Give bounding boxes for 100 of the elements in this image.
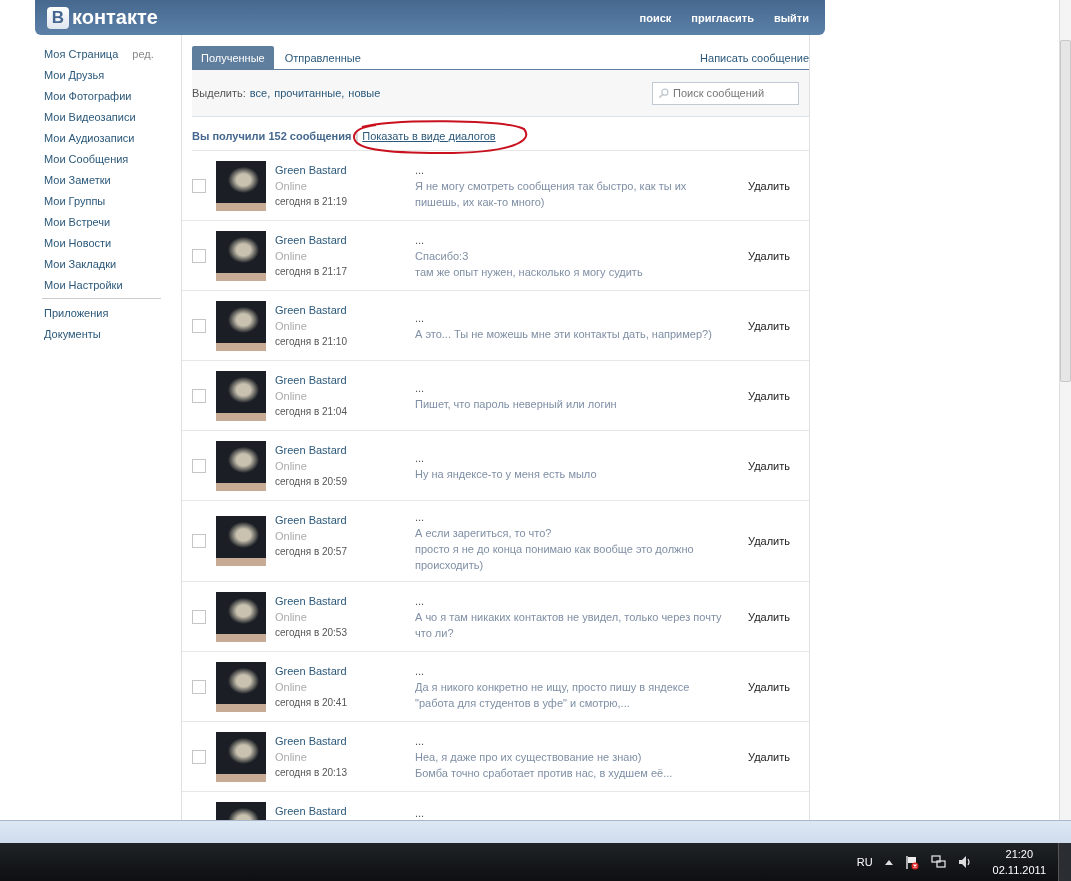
message-time: сегодня в 20:59 — [275, 476, 348, 487]
sender-name[interactable]: Green Bastard — [275, 735, 415, 747]
message-time: сегодня в 21:19 — [275, 196, 348, 207]
sidebar-link[interactable]: Мои Друзья — [44, 68, 105, 81]
message-text[interactable]: просто я не до конца понимаю как вообще это должно происходить) — [415, 541, 725, 573]
sender-name[interactable]: Green Bastard — [275, 304, 415, 316]
logo-text[interactable]: контакте — [72, 6, 158, 29]
clock-time[interactable]: 21:20 — [1005, 848, 1034, 860]
sender-name[interactable]: Green Bastard — [275, 514, 415, 526]
language-indicator[interactable]: RU — [856, 856, 873, 868]
checkbox[interactable] — [192, 679, 206, 694]
message-title: ... — [415, 232, 426, 248]
scrollbar[interactable] — [1059, 0, 1071, 820]
checkbox[interactable] — [192, 609, 206, 624]
checkbox[interactable] — [192, 534, 206, 548]
sender-name[interactable]: Green Bastard — [275, 234, 415, 246]
message-time: сегодня в 21:17 — [275, 266, 348, 277]
filter-link[interactable]: все, — [249, 87, 271, 99]
message-title: ... — [415, 806, 426, 820]
flag-icon[interactable] — [904, 854, 919, 870]
online-status: Online — [275, 390, 308, 402]
message-text[interactable]: Да я никого конкретно не ищу, просто пишу в яндексе "работа для студентов в уфе" и смотрю,... — [415, 678, 725, 711]
delete-link[interactable]: Удалить — [748, 750, 790, 763]
checkbox[interactable] — [192, 388, 206, 403]
dialogs-link[interactable]: Показать в виде диалогов — [362, 129, 496, 142]
scrollbar-thumb[interactable] — [1060, 40, 1071, 382]
message-title: ... — [415, 162, 426, 178]
sidebar-link[interactable]: Мои Встречи — [44, 215, 111, 228]
sender-name[interactable]: Green Bastard — [275, 164, 415, 176]
sidebar-link[interactable]: Мои Видеозаписи — [44, 110, 136, 123]
sidebar-link[interactable]: Документы — [44, 327, 101, 340]
tab[interactable]: Отправленные — [275, 46, 370, 69]
checkbox[interactable] — [192, 178, 206, 193]
clock-date[interactable]: 02.11.2011 — [992, 864, 1046, 876]
sidebar-link[interactable]: Мои Группы — [44, 194, 106, 207]
checkbox[interactable] — [192, 749, 206, 764]
sidebar-link[interactable]: Мои Сообщения — [44, 152, 129, 165]
show-desktop-button[interactable] — [1058, 843, 1071, 881]
delete-link[interactable]: Удалить — [748, 389, 790, 402]
filter-link[interactable]: прочитанные, — [274, 87, 345, 99]
sender-name[interactable]: Green Bastard — [275, 444, 415, 456]
caret-icon[interactable] — [884, 859, 893, 865]
message-title: ... — [415, 450, 426, 466]
photo-placeholder — [216, 661, 266, 712]
message-text[interactable]: Пишет, что пароль неверный или логин — [415, 395, 725, 412]
sender-name[interactable]: Green Bastard — [275, 374, 415, 386]
header-link[interactable]: поиск — [639, 11, 672, 24]
header-link[interactable]: пригласить — [691, 11, 754, 24]
checkbox[interactable] — [192, 248, 206, 263]
message-time: сегодня в 20:57 — [275, 546, 348, 557]
sidebar-link[interactable]: Мои Аудиозаписи — [44, 131, 135, 144]
sender-name[interactable]: Green Bastard — [275, 665, 415, 677]
message-text[interactable]: Спасибо:3 — [415, 247, 725, 264]
photo-placeholder — [216, 370, 266, 421]
message-time: сегодня в 20:53 — [275, 627, 348, 638]
message-text[interactable]: Неа, я даже про их существование не знаю) — [415, 748, 725, 765]
sender-name[interactable]: Green Bastard — [275, 805, 415, 817]
logo-badge[interactable]: В — [47, 6, 69, 29]
sidebar-link[interactable]: Мои Фотографии — [44, 89, 132, 102]
checkbox[interactable] — [192, 458, 206, 473]
sidebar-link[interactable]: Мои Новости — [44, 236, 112, 249]
message-text[interactable]: Ну на яндексе-то у меня есть мыло — [415, 465, 725, 482]
sender-name[interactable]: Green Bastard — [275, 595, 415, 607]
online-status: Online — [275, 180, 308, 192]
message-text[interactable]: Я не могу смотреть сообщения так быстро, как ты их пишешь, их как-то много) — [415, 177, 725, 210]
message-time: сегодня в 21:10 — [275, 336, 348, 347]
delete-link[interactable]: Удалить — [748, 535, 790, 547]
delete-link[interactable]: Удалить — [748, 319, 790, 332]
delete-link[interactable]: Удалить — [748, 610, 790, 623]
checkbox[interactable] — [192, 318, 206, 333]
edit-link[interactable]: ред. — [132, 47, 154, 60]
message-text[interactable]: там же опыт нужен, насколько я могу судить — [415, 263, 725, 280]
speaker-icon[interactable] — [957, 855, 971, 869]
network-icon[interactable] — [930, 855, 946, 869]
sidebar-link[interactable]: Мои Заметки — [44, 173, 111, 186]
message-time: сегодня в 20:41 — [275, 697, 348, 708]
filter-link[interactable]: новые — [348, 87, 381, 99]
message-title: ... — [415, 733, 426, 749]
message-title: ... — [415, 380, 426, 396]
sidebar-link[interactable]: Приложения — [44, 306, 109, 319]
message-text[interactable]: Бомба точно сработает против нас, в худшем её... — [415, 764, 725, 781]
sidebar-link[interactable]: Мои Закладки — [44, 257, 117, 270]
delete-link[interactable]: Удалить — [748, 179, 790, 192]
delete-link[interactable]: Удалить — [748, 680, 790, 693]
delete-link[interactable]: Удалить — [748, 459, 790, 472]
header-link[interactable]: выйти — [773, 11, 809, 24]
online-status: Online — [275, 681, 308, 693]
online-status: Online — [275, 530, 308, 542]
delete-link[interactable]: Удалить — [748, 249, 790, 262]
message-time: сегодня в 20:13 — [275, 767, 348, 778]
message-title: ... — [415, 510, 426, 525]
online-status: Online — [275, 611, 308, 623]
compose-link[interactable]: Написать сообщение — [700, 52, 809, 64]
sidebar-link[interactable]: Мои Настройки — [44, 278, 123, 291]
tab[interactable]: Полученные — [192, 46, 274, 69]
photo-placeholder — [216, 300, 266, 351]
search-field[interactable]: Поиск сообщений — [652, 81, 799, 105]
message-title: ... — [415, 310, 426, 326]
sidebar-link[interactable]: Моя Страница — [44, 47, 119, 60]
photo-placeholder — [216, 160, 266, 211]
